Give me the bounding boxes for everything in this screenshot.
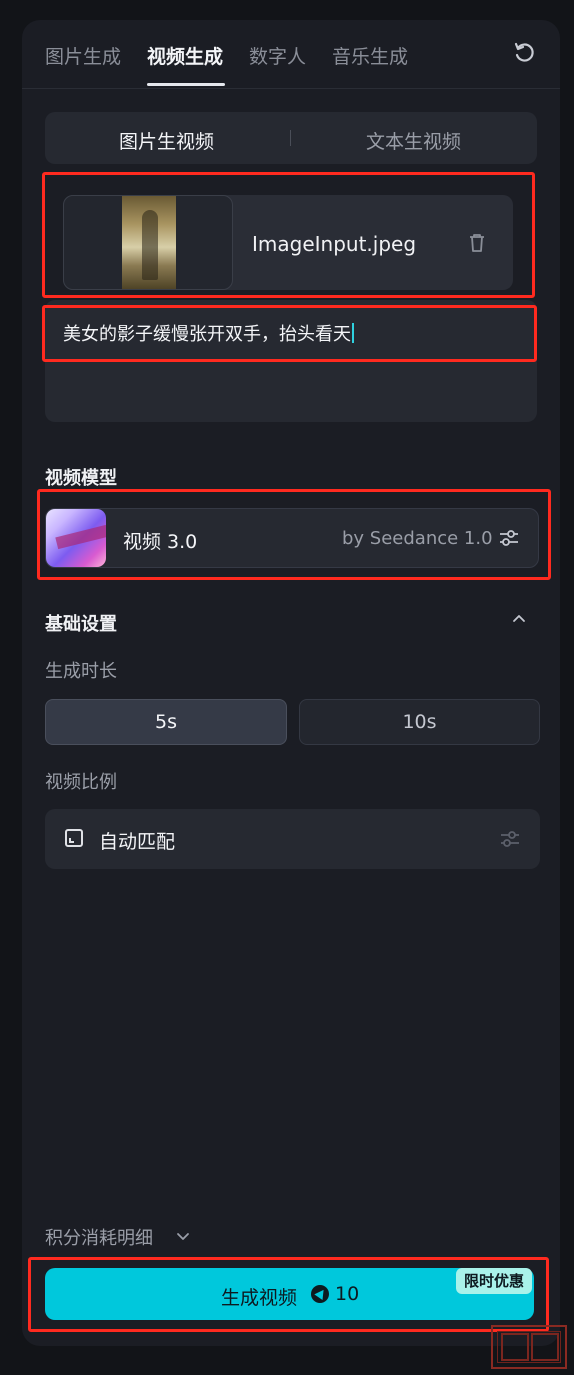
ratio-sliders-icon[interactable] [499, 828, 521, 850]
mode-separator [290, 130, 291, 146]
ratio-value: 自动匹配 [99, 831, 176, 853]
tab-digital-human[interactable]: 数字人 [249, 42, 306, 69]
mode-image-to-video[interactable]: 图片生视频 [119, 127, 214, 154]
watermark-glyph [531, 1333, 559, 1361]
duration-label: 生成时长 [45, 661, 117, 682]
tab-video-generation[interactable]: 视频生成 [147, 42, 223, 69]
highlight-box-prompt [42, 305, 537, 362]
tabs-divider [22, 88, 560, 89]
mode-switch: 图片生视频 文本生视频 [45, 112, 537, 164]
watermark-seal [491, 1325, 567, 1369]
chevron-down-icon[interactable] [176, 1231, 190, 1241]
refresh-icon[interactable] [512, 40, 538, 66]
tab-music-generation[interactable]: 音乐生成 [332, 42, 408, 69]
watermark-glyph [501, 1333, 529, 1361]
video-model-heading: 视频模型 [45, 468, 117, 489]
duration-10s-button[interactable]: 10s [299, 699, 540, 745]
highlight-box-upload [42, 172, 535, 298]
credits-detail-toggle[interactable]: 积分消耗明细 [45, 1224, 153, 1250]
chevron-up-icon[interactable] [510, 611, 528, 625]
basic-settings-heading: 基础设置 [45, 614, 117, 635]
highlight-box-generate [28, 1257, 549, 1332]
highlight-box-model [37, 489, 551, 580]
tab-image-generation[interactable]: 图片生成 [45, 42, 121, 69]
duration-5s-button[interactable]: 5s [45, 699, 287, 745]
ratio-label: 视频比例 [45, 772, 117, 793]
mode-text-to-video[interactable]: 文本生视频 [366, 127, 461, 154]
active-tab-indicator [147, 83, 225, 86]
aspect-ratio-icon [65, 829, 83, 847]
